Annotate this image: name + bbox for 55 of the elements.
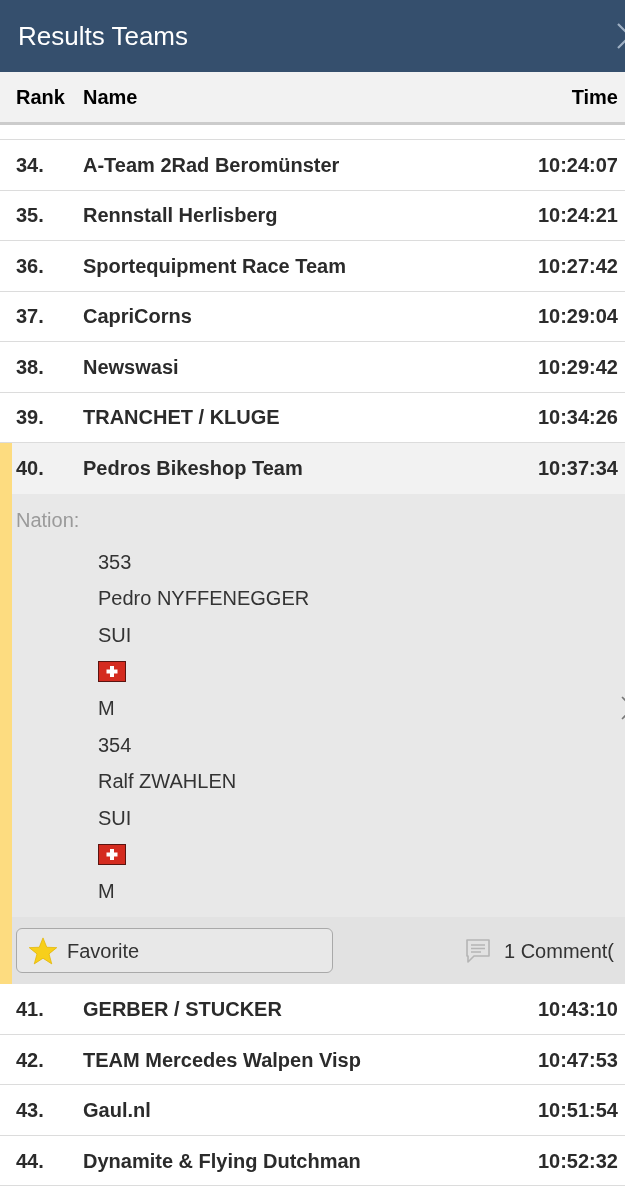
rank-cell-text: 44.	[16, 1148, 45, 1174]
time-cell-text: 10:51:54	[537, 1098, 618, 1124]
team-name-cell-text: A-Team 2Rad Beromünster	[83, 152, 341, 178]
column-header[interactable]: Rank	[16, 82, 83, 112]
rank-cell-text: 34.	[16, 152, 45, 178]
rank-cell-text: 41.	[16, 997, 45, 1023]
comment-icon	[465, 937, 491, 964]
time-cell-text: 10:29:04	[537, 304, 618, 330]
rank-cell-text: 35.	[16, 203, 45, 229]
comments-link[interactable]: 1 Comment(	[504, 935, 615, 966]
gender-code: M	[98, 879, 115, 905]
nation-code: SUI	[98, 623, 132, 648]
time-cell-text: 10:47:53	[537, 1047, 618, 1073]
favorite-button[interactable]: Favorite	[16, 928, 333, 974]
time-cell-text: 10:34:26	[537, 405, 618, 431]
chevron-icon[interactable]	[621, 696, 625, 721]
close-icon[interactable]	[617, 23, 625, 49]
bib-number: 354	[98, 732, 132, 758]
swiss-flag-icon	[98, 844, 126, 866]
table-row[interactable]: 40. Pedros Bikeshop Team 10:37:34	[12, 443, 625, 494]
time-cell-text: 10:52:32	[537, 1148, 618, 1174]
team-name-cell-text: TEAM Mercedes Walpen Visp	[83, 1047, 362, 1073]
time-cell-text: 10:27:42	[537, 253, 618, 279]
time-cell-text: 10:29:42	[537, 354, 618, 380]
time-cell-text: 10:24:21	[537, 203, 618, 229]
star-icon	[28, 935, 58, 966]
team-name-cell-text: Dynamite & Flying Dutchman	[83, 1148, 362, 1174]
team-name-cell-text: Rennstall Herlisberg	[83, 203, 279, 229]
window-title: Results Teams	[18, 19, 189, 53]
nation-code: SUI	[98, 805, 132, 831]
rank-cell-text: 42.	[16, 1047, 45, 1073]
team-name-cell-text: GERBER / STUCKER	[83, 997, 283, 1023]
team-name-cell-text: TRANCHET / KLUGE	[83, 405, 281, 431]
rank-cell-text: 38.	[16, 354, 45, 380]
swiss-flag-icon	[98, 661, 126, 683]
time-cell-text: 10:43:10	[537, 997, 618, 1023]
rank-cell-text: 40.	[16, 456, 45, 482]
rank-cell-text: 39.	[16, 405, 45, 431]
column-header[interactable]: Time	[571, 82, 618, 112]
bib-number: 353	[98, 549, 132, 575]
column-header[interactable]: Name	[83, 82, 572, 112]
team-name-cell-text: Pedros Bikeshop Team	[83, 456, 304, 482]
rank-cell-text: 37.	[16, 304, 45, 330]
rank-cell-text: 43.	[16, 1098, 45, 1124]
team-name-cell-text: Gaul.nl	[83, 1098, 152, 1124]
team-name-cell-text: Sportequipment Race Team	[83, 253, 348, 279]
team-name-cell-text: CapriCorns	[83, 304, 193, 330]
rider-name: Ralf ZWAHLEN	[98, 769, 237, 795]
gender-code: M	[98, 696, 115, 722]
rider-name: Pedro NYFFENEGGER	[98, 586, 310, 612]
time-cell-text: 10:24:07	[537, 152, 618, 178]
nation-label: Nation:	[16, 507, 80, 532]
team-name-cell-text: Newswasi	[83, 354, 180, 380]
rank-cell-text: 36.	[16, 253, 45, 279]
time-cell-text: 10:37:34	[537, 456, 618, 482]
